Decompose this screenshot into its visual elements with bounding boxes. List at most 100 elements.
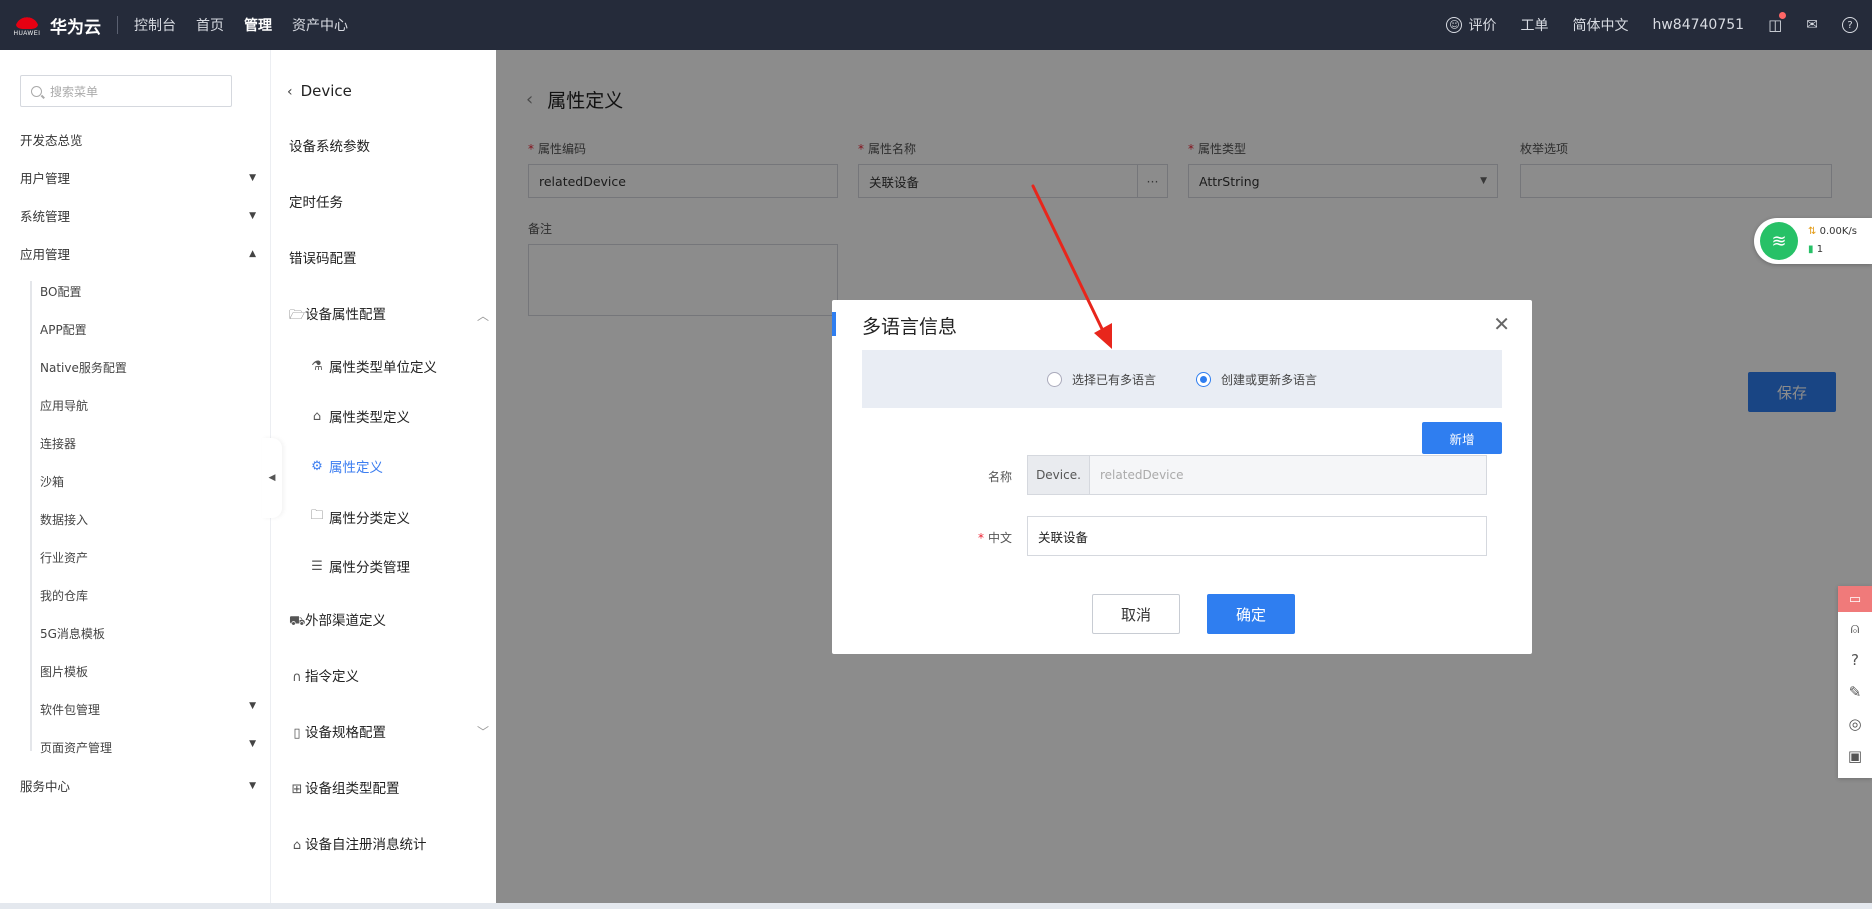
brand-name: 华为云 [50, 17, 101, 38]
sidebar2-item-group[interactable]: ⊞ 设备组类型配置 [289, 777, 489, 797]
sidebar2-sub-type-def[interactable]: ⌂ 属性类型定义 [309, 406, 489, 427]
key-prefix: Device. [1028, 456, 1090, 494]
sidebar-sub-bo[interactable]: BO配置 [40, 283, 260, 300]
sidebar2-item-timer-task[interactable]: 定时任务 [289, 191, 489, 211]
top-right-menu: ☺ 评价 工单 简体中文 hw84740751 ◫ ✉ ? [1446, 12, 1872, 35]
dialog-accent-bar [832, 312, 836, 336]
radio-label: 选择已有多语言 [1071, 372, 1156, 387]
sidebar-sub-data-access[interactable]: 数据接入 [40, 511, 260, 528]
sidebar2-item-attr-config[interactable]: 🗁设备属性配置 ︿ [289, 303, 489, 328]
nav-home[interactable]: 首页 [196, 15, 224, 35]
mail-icon[interactable]: ✉ [1806, 17, 1818, 33]
back-to-device[interactable]: ‹ Device [287, 82, 352, 100]
sidebar2-item-label: 设备自注册消息统计 [305, 837, 427, 853]
top-nav: 控制台 首页 管理 资产中心 [134, 15, 348, 35]
main-sidebar: 搜索菜单 开发态总览 用户管理 ▼ 系统管理 ▼ 应用管理 ▲ BO配置 APP配置 … [0, 50, 270, 909]
radio-create-update[interactable]: 创建或更新多语言 [1196, 371, 1317, 388]
edit-icon[interactable]: ✎ [1838, 676, 1872, 708]
battery-icon: ▮ [1808, 244, 1814, 255]
sidebar2-item-channel[interactable]: ⛟外部渠道定义 [289, 609, 489, 631]
menu-search-input[interactable]: 搜索菜单 [20, 75, 232, 107]
tag-icon: ⌂ [312, 408, 322, 424]
right-floating-toolbar: ▭ ⍝ ? ✎ ◎ ▣ [1838, 586, 1872, 778]
sidebar-collapse-toggle[interactable]: ◀ [262, 438, 282, 518]
sidebar-sub-pkg-mgmt[interactable]: 软件包管理 ▼ [40, 701, 260, 718]
sidebar-item-label: 开发态总览 [20, 133, 83, 148]
sidebar2-item-command[interactable]: ∩ 指令定义 [289, 665, 489, 685]
sidebar-item-overview[interactable]: 开发态总览 [20, 130, 260, 149]
sidebar-item-label: 用户管理 [20, 171, 71, 186]
sidebar-sub-image-template[interactable]: 图片模板 [40, 663, 260, 680]
sidebar-sub-app-nav[interactable]: 应用导航 [40, 397, 260, 414]
sidebar2-item-system-params[interactable]: 设备系统参数 [289, 135, 489, 155]
rate-label: 评价 [1468, 18, 1497, 34]
sidebar2-sub-label: 属性定义 [329, 460, 383, 476]
sidebar-sub-native[interactable]: Native服务配置 [40, 359, 260, 376]
sidebar2-item-label: 设备属性配置 [305, 307, 386, 323]
folder-open-icon: 🗁 [289, 308, 306, 323]
close-icon[interactable]: ✕ [1493, 312, 1510, 336]
nav-console[interactable]: 控制台 [134, 15, 176, 35]
notification-icon[interactable]: ◫ [1768, 12, 1787, 34]
sidebar-item-app-mgmt[interactable]: 应用管理 ▲ [20, 244, 260, 263]
sidebar-item-label: 页面资产管理 [40, 741, 113, 755]
sidebar-sub-my-repo[interactable]: 我的仓库 [40, 587, 260, 604]
language-link[interactable]: 简体中文 [1572, 15, 1628, 35]
dialog-title: 多语言信息 [862, 316, 958, 338]
sidebar2-sub-category-def[interactable]: 🗀 属性分类定义 [309, 506, 489, 528]
rate-link[interactable]: ☺ 评价 [1446, 15, 1496, 35]
network-monitor-widget[interactable]: ≋ ⇅ 0.00K/s ▮ 1 [1754, 218, 1872, 264]
sidebar2-item-label: 外部渠道定义 [305, 613, 386, 629]
sidebar2-item-error-code[interactable]: 错误码配置 [289, 247, 489, 267]
support-icon[interactable]: ⍝ [1838, 612, 1872, 644]
sidebar-sub-industry-asset[interactable]: 行业资产 [40, 549, 260, 566]
sidebar-item-label: 系统管理 [20, 209, 71, 224]
chat-icon[interactable]: ▭ [1838, 586, 1872, 612]
network-speed: 0.00K/s [1819, 226, 1857, 237]
sidebar2-sub-label: 属性类型定义 [329, 410, 410, 426]
logo[interactable]: HUAWEI 华为云 [0, 10, 101, 40]
sidebar-sub-connector[interactable]: 连接器 [40, 435, 260, 452]
sidebar-sub-sandbox[interactable]: 沙箱 [40, 473, 260, 490]
tag-icon: ⌂ [292, 838, 302, 853]
sidebar-item-user-mgmt[interactable]: 用户管理 ▼ [20, 168, 260, 187]
confirm-button[interactable]: 确定 [1207, 594, 1295, 634]
terminal-icon[interactable]: ▣ [1838, 740, 1872, 772]
network-count: 1 [1816, 244, 1824, 255]
radio-circle-checked [1196, 371, 1211, 387]
help-icon[interactable]: ? [1838, 644, 1872, 676]
folder-icon: 🗀 [310, 508, 324, 523]
top-bar: HUAWEI 华为云 控制台 首页 管理 资产中心 ☺ 评价 工单 简体中文 h… [0, 0, 1872, 50]
target-icon[interactable]: ◎ [1838, 708, 1872, 740]
sidebar2-item-label: 设备组类型配置 [305, 781, 400, 797]
sidebar-item-system-mgmt[interactable]: 系统管理 ▼ [20, 206, 260, 225]
ticket-link[interactable]: 工单 [1520, 15, 1548, 35]
sidebar2-sub-label: 属性分类定义 [329, 511, 410, 527]
caret-up-icon: ▲ [249, 248, 256, 259]
sidebar2-sub-attr-def[interactable]: ⚙ 属性定义 [309, 456, 489, 477]
user-account[interactable]: hw84740751 [1652, 17, 1744, 33]
chinese-input[interactable]: 关联设备 [1027, 516, 1487, 556]
sidebar-sub-app[interactable]: APP配置 [40, 321, 260, 338]
zh-label: * 中文 [977, 531, 1012, 545]
add-button[interactable]: 新增 [1422, 422, 1502, 454]
cancel-button[interactable]: 取消 [1092, 594, 1180, 634]
speed-arrow-icon: ⇅ [1808, 226, 1817, 237]
sidebar2-sub-category-mgmt[interactable]: ☰ 属性分类管理 [309, 556, 489, 577]
radio-select-existing[interactable]: 选择已有多语言 [1046, 371, 1156, 388]
network-info: ⇅ 0.00K/s ▮ 1 [1808, 223, 1857, 259]
chevron-left-icon: ‹ [287, 84, 293, 100]
sidebar2-item-selfreg[interactable]: ⌂ 设备自注册消息统计 [289, 833, 489, 853]
chevron-up-icon: ︿ [476, 309, 489, 323]
truck-icon: ⛟ [289, 614, 306, 629]
multilang-dialog: 多语言信息 ✕ 选择已有多语言 创建或更新多语言 新增 名称 Device. r… [832, 300, 1532, 654]
sidebar-item-service-center[interactable]: 服务中心 ▼ [20, 776, 260, 795]
sidebar-sub-page-asset[interactable]: 页面资产管理 ▼ [40, 739, 260, 756]
nav-asset-center[interactable]: 资产中心 [292, 15, 348, 35]
sidebar2-item-label: 指令定义 [305, 669, 359, 685]
sidebar2-sub-unit-def[interactable]: ⚗ 属性类型单位定义 [309, 356, 489, 377]
sidebar-sub-5g-template[interactable]: 5G消息模板 [40, 625, 260, 642]
sidebar2-item-spec[interactable]: ▯ 设备规格配置 ﹀ [289, 721, 489, 742]
nav-manage[interactable]: 管理 [244, 15, 272, 35]
help-icon[interactable]: ? [1842, 17, 1858, 33]
